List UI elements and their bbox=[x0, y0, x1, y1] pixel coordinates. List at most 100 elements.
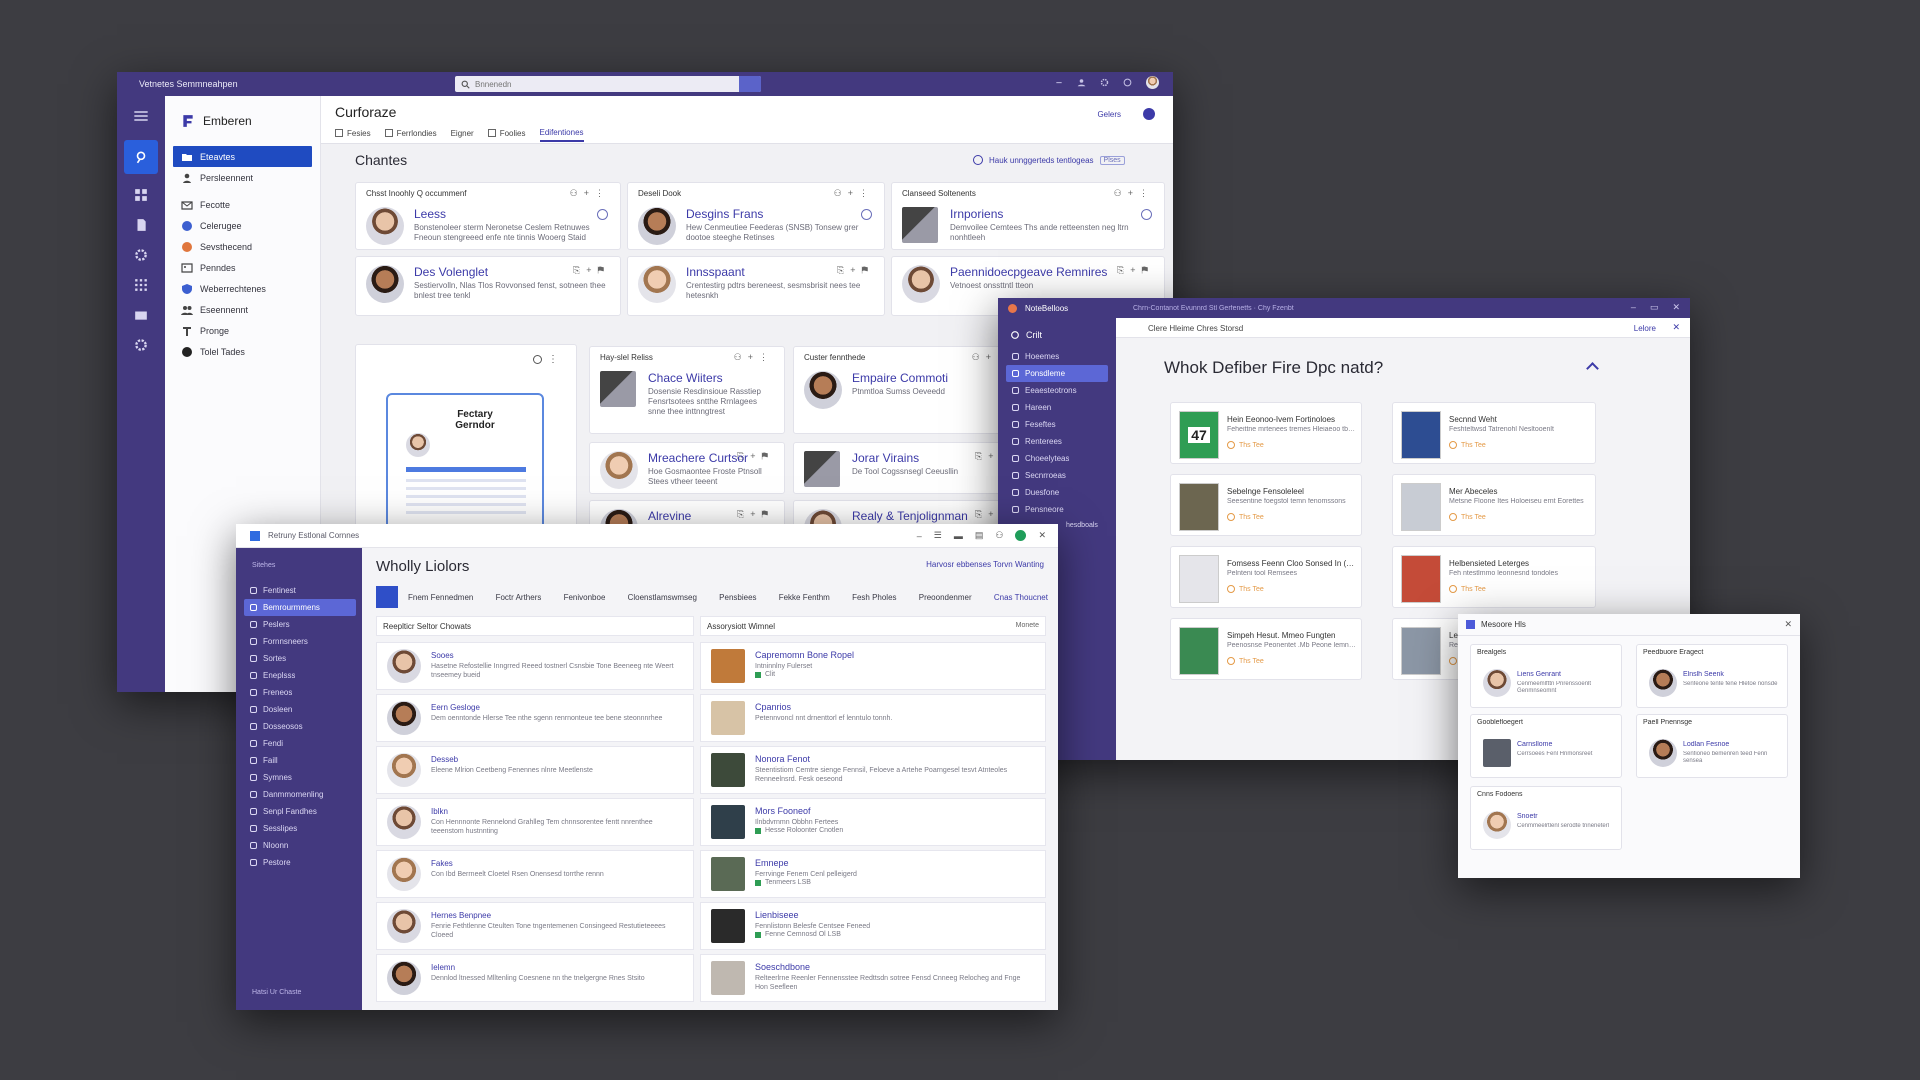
contact-card[interactable]: Clanseed Soltenents ⚇+⋮ Irnporiens Demvoile… bbox=[891, 182, 1165, 250]
tab-item[interactable]: Ferrlondies bbox=[384, 124, 437, 142]
contact-group[interactable]: Paell Pnennsge Lodlan Fesnoe Senfioneo bem… bbox=[1636, 714, 1788, 778]
contact-card[interactable]: ⎘+⚑ Mreachere Curtsor Hoe Gosmaontee Frost… bbox=[589, 442, 785, 494]
collapse-chevron-icon[interactable] bbox=[1586, 362, 1599, 375]
person-name[interactable]: Desseb bbox=[431, 755, 683, 764]
card-actions[interactable]: ⚇+⋮ bbox=[734, 352, 774, 363]
item-name[interactable]: Cpanrios bbox=[755, 702, 1035, 712]
directory-tab[interactable]: Preoondenmer bbox=[919, 593, 972, 602]
library-close-icon[interactable]: ✕ bbox=[1672, 322, 1680, 333]
person-name[interactable]: Sooes bbox=[431, 651, 683, 660]
sidebar-item[interactable]: Eseennennt bbox=[173, 299, 312, 320]
directory-tab[interactable]: Fekke Fenthm bbox=[779, 593, 830, 602]
card-name[interactable]: Jorar Virains bbox=[852, 451, 992, 465]
directory-nav-item[interactable]: Eneplsss bbox=[244, 667, 356, 684]
directory-nav-item[interactable]: Sesslipes bbox=[244, 820, 356, 837]
person-row[interactable]: Iblkn Con Hennnonte Rennelond Grahlleg Te… bbox=[376, 798, 694, 846]
gear-icon[interactable] bbox=[1100, 78, 1109, 87]
person-row[interactable]: Ielemn Dennlod ltnessed Mlltenling Coesne… bbox=[376, 954, 694, 1002]
tab-item[interactable]: Eigner bbox=[451, 124, 474, 142]
directory-nav-item[interactable]: Fornnsneers bbox=[244, 633, 356, 650]
directory-nav-item[interactable]: Bemrourmmens bbox=[244, 599, 356, 616]
contact-card[interactable]: Deseli Dook ⚇+⋮ Desgins Frans Hew Cenmeutie… bbox=[627, 182, 885, 250]
directory-tab[interactable]: Cloenstlamswmseg bbox=[628, 593, 697, 602]
contact-card[interactable]: Chsst Inoohly Q occummenf ⚇+⋮ Leess Bonsten… bbox=[355, 182, 621, 250]
group-contact-name[interactable]: Lodlan Fesnoe bbox=[1683, 741, 1783, 748]
tab-home-icon[interactable] bbox=[376, 586, 398, 608]
library-nav-item[interactable]: Hareen bbox=[1006, 399, 1108, 416]
user-avatar[interactable] bbox=[1146, 76, 1159, 89]
card-name[interactable]: Irnporiens bbox=[950, 207, 1134, 221]
search-button[interactable] bbox=[739, 76, 761, 92]
person-name[interactable]: Iblkn bbox=[431, 807, 683, 816]
apps-icon[interactable] bbox=[134, 278, 148, 292]
item-row[interactable]: Emnepe Ferrvinge Fenem Cenl pelleigerd Ten… bbox=[700, 850, 1046, 898]
library-nav-item[interactable]: Eeaesteotrons bbox=[1006, 382, 1108, 399]
profile-card[interactable]: Fectary Gerndor bbox=[386, 393, 544, 543]
card-name[interactable]: Mreachere Curtsor bbox=[648, 451, 754, 465]
sidebar-item[interactable]: Penndes bbox=[173, 257, 312, 278]
library-nav-item[interactable]: Renterees bbox=[1006, 433, 1108, 450]
file-icon[interactable] bbox=[134, 218, 148, 232]
card-name[interactable]: Leess bbox=[414, 207, 590, 221]
item-row[interactable]: Cpanrios Petennvoncl nnt drnenttorl ef le… bbox=[700, 694, 1046, 742]
card-name[interactable]: Innsspaant bbox=[686, 265, 854, 279]
sidebar-item[interactable]: Fecotte bbox=[173, 194, 312, 215]
contact-card[interactable]: Hay-slel Reliss ⚇+⋮ Chace Wiiters Dosensie … bbox=[589, 346, 785, 434]
library-nav-item[interactable]: Hoeemes bbox=[1006, 348, 1108, 365]
person-row[interactable]: Sooes Hasetne Refostellie Inngrred Reeed … bbox=[376, 642, 694, 690]
close-button[interactable]: ✕ bbox=[1038, 530, 1046, 541]
more-icon[interactable]: ⋮ bbox=[548, 354, 558, 365]
message-close-button[interactable]: ✕ bbox=[1784, 619, 1792, 630]
contact-group[interactable]: Peedbuore Eragect Elnslh Seenk Senfeone te… bbox=[1636, 644, 1788, 708]
item-row[interactable]: Nonora Fenot Steentistiom Cemtre sienge F… bbox=[700, 746, 1046, 794]
sidebar-item[interactable]: Persleennent bbox=[173, 167, 312, 188]
directory-rail-footer[interactable]: Hatsi Ur Chaste bbox=[252, 989, 301, 996]
search-box[interactable] bbox=[455, 76, 761, 92]
status-dot-icon[interactable] bbox=[1015, 530, 1027, 541]
library-nav-item[interactable]: Feseftes bbox=[1006, 416, 1108, 433]
item-name[interactable]: Capremomn Bone Ropel bbox=[755, 650, 1035, 660]
person-name[interactable]: Fakes bbox=[431, 859, 683, 868]
sidebar-item[interactable]: Pronge bbox=[173, 320, 312, 341]
library-nav-item[interactable]: Choeelyteas bbox=[1006, 450, 1108, 467]
card-name[interactable]: Des Volenglet bbox=[414, 265, 590, 279]
contact-group[interactable]: Brealgels Liens Genrant Cenmeemlfttn Pnren… bbox=[1470, 644, 1622, 708]
contact-card[interactable]: ⎘+⚑ Des Volenglet Sestiervolln, Nlas Tlos … bbox=[355, 256, 621, 316]
directory-tab[interactable]: Fnem Fennedmen bbox=[408, 593, 473, 602]
sidebar-item[interactable]: Celerugee bbox=[173, 215, 312, 236]
group-contact-name[interactable]: Elnslh Seenk bbox=[1683, 671, 1783, 678]
item-name[interactable]: Mors Fooneof bbox=[755, 806, 1035, 816]
card-name[interactable]: Alrevine bbox=[648, 509, 754, 523]
book-card[interactable]: Simpeh Hesut. Mmeo Fungten Peenosnse Peon… bbox=[1170, 618, 1362, 680]
book-card[interactable]: Fomsess Feenn Cloo Sonsed In (LSBL, SINN… bbox=[1170, 546, 1362, 608]
section-link-group[interactable]: Hauk unnggerteds tentlogeas Plses bbox=[973, 155, 1125, 165]
person-name[interactable]: Hernes Benpnee bbox=[431, 911, 683, 920]
mail-icon[interactable] bbox=[134, 308, 148, 322]
profile-search-icon[interactable] bbox=[533, 355, 542, 364]
info-badge-icon[interactable] bbox=[597, 209, 608, 220]
tab-item[interactable]: Fesies bbox=[335, 124, 371, 142]
share-icon[interactable]: ⚇ bbox=[995, 530, 1003, 541]
item-row[interactable]: Mors Fooneof Ilnbdvrnmn Obbhn Fertees Hess… bbox=[700, 798, 1046, 846]
card-name[interactable]: Empaire Commoti bbox=[852, 371, 992, 385]
item-name[interactable]: Nonora Fenot bbox=[755, 754, 1035, 764]
shield-badge-icon[interactable] bbox=[1143, 108, 1155, 120]
person-row[interactable]: Desseb Eleene Mlrion Ceetbeng Fenennes nl… bbox=[376, 746, 694, 794]
tab-item[interactable]: Edifentiones bbox=[539, 124, 584, 142]
list-icon[interactable]: ☰ bbox=[934, 530, 942, 541]
item-row[interactable]: Lienbiseee Fennlistonn Belesfe Centsee Fe… bbox=[700, 902, 1046, 950]
person-name[interactable]: Ielemn bbox=[431, 963, 683, 972]
sidebar-item[interactable]: Weberrechtenes bbox=[173, 278, 312, 299]
person-row[interactable]: Hernes Benpnee Fenrie Fethtlenne Cteulten… bbox=[376, 902, 694, 950]
contact-group[interactable]: Gooblefloegert Carnsllome Cerrsoees Fenl H… bbox=[1470, 714, 1622, 778]
person-name[interactable]: Eern Gesloge bbox=[431, 703, 683, 712]
directory-nav-item[interactable]: Nloonn bbox=[244, 837, 356, 854]
help-icon[interactable] bbox=[1123, 78, 1132, 87]
contact-card[interactable]: Custer fennthede ⚇+⋮ Empaire Commoti Ptnmtl… bbox=[793, 346, 1023, 434]
directory-nav-item[interactable]: Pestore bbox=[244, 854, 356, 871]
restore-button[interactable]: ▭ bbox=[1650, 302, 1659, 313]
group-contact-name[interactable]: Snoetr bbox=[1517, 813, 1617, 820]
item-name[interactable]: Emnepe bbox=[755, 858, 1035, 868]
directory-tab[interactable]: Foctr Arthers bbox=[496, 593, 542, 602]
menu-icon[interactable] bbox=[133, 108, 149, 124]
